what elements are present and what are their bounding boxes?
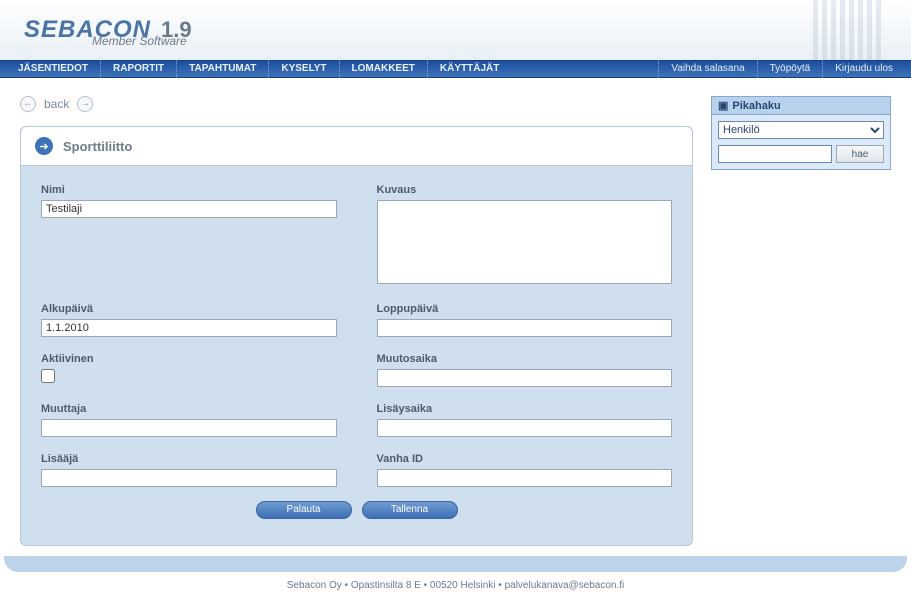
brand-subtitle: Member Software <box>92 34 187 48</box>
value-muutosaika <box>377 369 673 387</box>
value-vanhaid <box>377 469 673 487</box>
arrow-right-icon: ➔ <box>39 140 48 153</box>
header-decoration <box>813 0 893 60</box>
label-muuttaja: Muuttaja <box>41 403 337 415</box>
field-lisaaja: Lisääjä <box>41 453 337 487</box>
quicksearch-button[interactable]: hae <box>836 145 884 163</box>
quicksearch-type-select[interactable]: Henkilö <box>718 121 884 139</box>
field-muuttaja: Muuttaja <box>41 403 337 437</box>
input-aktiivinen[interactable] <box>41 369 55 383</box>
quicksearch-input[interactable] <box>718 145 832 163</box>
forward-button[interactable]: → <box>77 96 93 112</box>
label-loppupaiva: Loppupäivä <box>377 303 673 315</box>
label-lisaaja: Lisääjä <box>41 453 337 465</box>
nav-logout[interactable]: Kirjaudu ulos <box>822 60 905 78</box>
spacer-left <box>41 261 337 288</box>
value-muuttaja <box>41 419 337 437</box>
nav-desktop[interactable]: Työpöytä <box>757 60 823 78</box>
nav-kyselyt[interactable]: KYSELYT <box>268 60 338 78</box>
input-alkupaiva[interactable] <box>41 319 337 337</box>
panel-icon: ➔ <box>35 137 53 155</box>
nav-kayttajat[interactable]: KÄYTTÄJÄT <box>427 60 511 78</box>
input-loppupaiva[interactable] <box>377 319 673 337</box>
detail-panel: ➔ Sporttiliitto Nimi Kuvaus <box>20 126 693 546</box>
value-lisaaja <box>41 469 337 487</box>
nav-raportit[interactable]: RAPORTIT <box>100 60 176 78</box>
label-muutosaika: Muutosaika <box>377 353 673 365</box>
nav-change-password[interactable]: Vaihda salasana <box>658 60 756 78</box>
label-kuvaus: Kuvaus <box>377 184 673 196</box>
reset-button[interactable]: Palauta <box>256 501 352 519</box>
field-aktiivinen: Aktiivinen <box>41 353 337 387</box>
nav-jasentiedot[interactable]: JÄSENTIEDOT <box>6 60 100 78</box>
save-button[interactable]: Tallenna <box>362 501 458 519</box>
expand-icon: ▣ <box>718 99 728 112</box>
arrow-left-icon: ← <box>23 99 33 109</box>
back-button[interactable]: ← <box>20 96 36 112</box>
nav-lomakkeet[interactable]: LOMAKKEET <box>339 60 427 78</box>
panel-header: ➔ Sporttiliitto <box>21 127 692 166</box>
field-lisaysaika: Lisäysaika <box>377 403 673 437</box>
field-muutosaika: Muutosaika <box>377 353 673 387</box>
field-vanhaid: Vanha ID <box>377 453 673 487</box>
value-lisaysaika <box>377 419 673 437</box>
main-nav: JÄSENTIEDOT RAPORTIT TAPAHTUMAT KYSELYT … <box>0 60 911 78</box>
field-loppupaiva: Loppupäivä <box>377 303 673 337</box>
back-bar: ← back → <box>20 96 693 112</box>
field-alkupaiva: Alkupäivä <box>41 303 337 337</box>
nav-tapahtumat[interactable]: TAPAHTUMAT <box>176 60 268 78</box>
footer-text: Sebacon Oy • Opastinsilta 8 E • 00520 He… <box>0 572 911 599</box>
quicksearch-header: ▣ Pikahaku <box>712 97 890 115</box>
app-header: SEBACON 1.9 Member Software <box>0 0 911 60</box>
arrow-right-icon: → <box>80 99 90 109</box>
quicksearch-panel: ▣ Pikahaku Henkilö hae <box>711 96 891 170</box>
label-alkupaiva: Alkupäivä <box>41 303 337 315</box>
input-nimi[interactable] <box>41 200 337 218</box>
quicksearch-title: Pikahaku <box>732 100 780 112</box>
label-lisaysaika: Lisäysaika <box>377 403 673 415</box>
label-nimi: Nimi <box>41 184 337 196</box>
footer-curve <box>4 556 907 572</box>
field-nimi: Nimi <box>41 184 337 245</box>
field-kuvaus: Kuvaus <box>377 184 673 287</box>
panel-title: Sporttiliitto <box>63 139 132 154</box>
input-kuvaus[interactable] <box>377 200 673 284</box>
label-aktiivinen: Aktiivinen <box>41 353 337 365</box>
label-vanhaid: Vanha ID <box>377 453 673 465</box>
back-label[interactable]: back <box>44 97 69 111</box>
